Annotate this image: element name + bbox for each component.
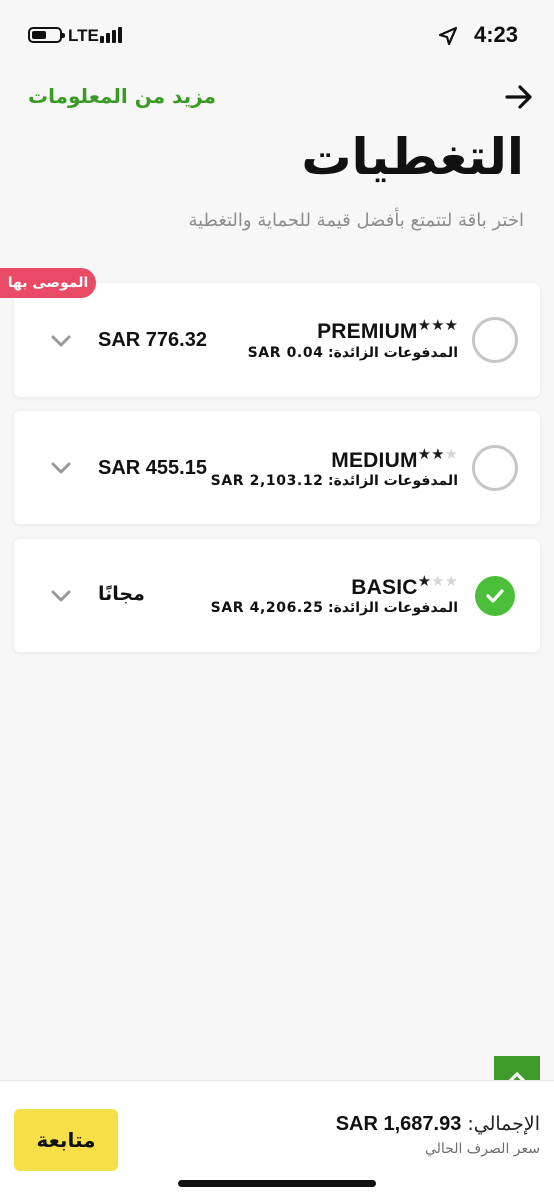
plan-name: BASIC (351, 576, 418, 599)
exchange-rate-note: سعر الصرف الحالي (424, 1141, 540, 1157)
page-title: التغطيات (301, 128, 524, 186)
star-icon: ★ (444, 316, 458, 334)
plan-name: MEDIUM (331, 449, 418, 472)
status-bar: LTE 4:23 (0, 0, 554, 70)
network-label: LTE (68, 26, 99, 45)
excess-info: المدفوعات الزائدة: SAR 0.04 (248, 345, 458, 361)
excess-label: المدفوعات الزائدة: (327, 600, 458, 616)
location-arrow-icon (438, 26, 458, 46)
chevron-down-icon[interactable] (50, 334, 72, 348)
excess-amount: SAR 2,103.12 (210, 473, 324, 489)
battery-icon (28, 27, 65, 43)
star-icon: ★ (431, 445, 445, 463)
excess-info: المدفوعات الزائدة: SAR 4,206.25 (211, 600, 458, 616)
excess-label: المدفوعات الزائدة: (327, 473, 458, 489)
chevron-down-icon[interactable] (50, 461, 72, 475)
total-label: الإجمالي: (467, 1113, 540, 1135)
excess-amount: SAR 0.04 (247, 345, 324, 361)
star-empty-icon: ★ (444, 572, 458, 590)
plan-radio-basic-checked[interactable] (475, 576, 515, 616)
plan-price: مجانًا (98, 583, 145, 605)
plan-card-premium[interactable]: PREMIUM ★ ★ ★ المدفوعات الزائدة: SAR 0.04 … (14, 283, 540, 397)
plan-name: PREMIUM (317, 320, 418, 343)
chevron-down-icon[interactable] (50, 589, 72, 603)
total-value: SAR 1,687.93 (335, 1113, 462, 1135)
home-indicator (178, 1180, 376, 1187)
plan-radio-premium[interactable] (472, 317, 518, 363)
plan-card-basic[interactable]: BASIC ★ ★ ★ المدفوعات الزائدة: SAR 4,206.2… (14, 539, 540, 652)
rating-stars: ★ ★ ★ (418, 318, 458, 333)
back-arrow-icon[interactable] (504, 82, 534, 112)
more-info-link[interactable]: مزيد من المعلومات (28, 84, 216, 108)
plan-price: SAR 455.15 (98, 457, 207, 479)
page-subtitle: اختر باقة لتتمتع بأفضل قيمة للحماية والت… (188, 210, 524, 231)
plan-card-medium[interactable]: MEDIUM ★ ★ ★ المدفوعات الزائدة: SAR 2,103.… (14, 411, 540, 524)
excess-info: المدفوعات الزائدة: SAR 2,103.12 (211, 473, 458, 489)
rating-stars: ★ ★ ★ (418, 447, 458, 462)
excess-amount: SAR 4,206.25 (210, 600, 324, 616)
star-icon: ★ (431, 316, 445, 334)
continue-button[interactable]: متابعة (14, 1109, 118, 1171)
status-time: 4:23 (473, 22, 518, 47)
signal-icon (100, 27, 126, 43)
star-icon: ★ (417, 445, 432, 463)
excess-label: المدفوعات الزائدة: (327, 345, 458, 361)
recommended-badge: الموصى بها (0, 268, 96, 298)
total-row: الإجمالي: SAR 1,687.93 (336, 1113, 540, 1136)
check-icon (486, 589, 504, 603)
star-empty-icon: ★ (444, 445, 458, 463)
star-icon: ★ (417, 316, 432, 334)
plan-radio-medium[interactable] (472, 445, 518, 491)
star-empty-icon: ★ (431, 572, 445, 590)
star-icon: ★ (417, 572, 432, 590)
rating-stars: ★ ★ ★ (418, 574, 458, 589)
plan-price: SAR 776.32 (98, 329, 207, 351)
